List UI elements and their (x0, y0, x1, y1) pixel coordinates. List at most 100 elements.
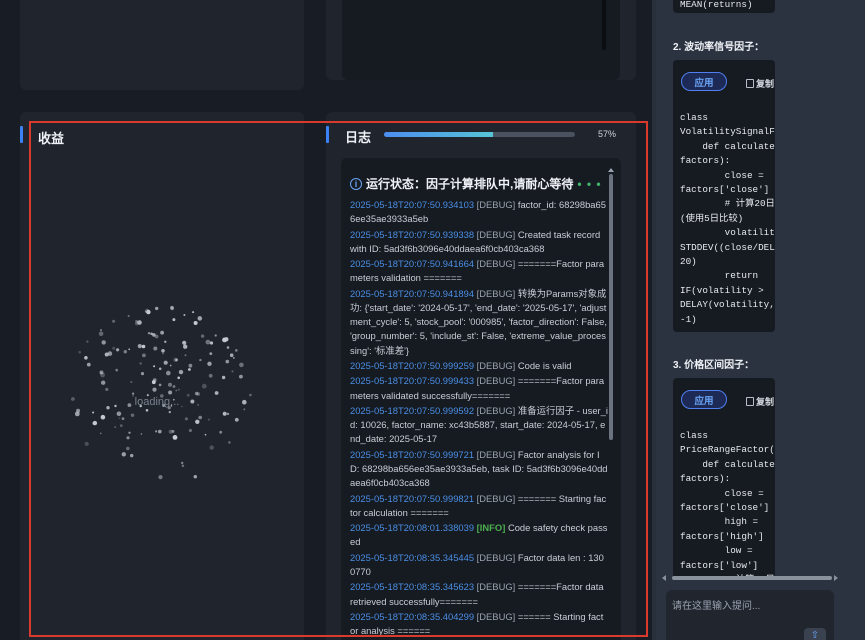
loading-particle (99, 432, 102, 435)
loading-particle (152, 387, 157, 392)
log-level: [DEBUG] (474, 375, 518, 387)
loading-particle (207, 418, 210, 421)
horizontal-scroll-thumb[interactable] (672, 576, 832, 580)
loading-particle (126, 446, 130, 451)
loading-particle (163, 360, 168, 365)
loading-particle (181, 461, 184, 465)
loading-particle (84, 441, 89, 446)
loading-spinner: loading... (71, 305, 252, 480)
loading-particle (178, 369, 184, 375)
loading-particle (123, 350, 127, 354)
loading-particle (181, 405, 183, 408)
loading-particle (126, 436, 130, 440)
loading-particle (98, 331, 104, 336)
log-message: Code is valid (517, 359, 572, 371)
progress-bar (384, 132, 575, 137)
loading-particle (112, 319, 116, 323)
loading-particle (116, 348, 120, 352)
loading-particle (207, 361, 212, 366)
loading-particle (229, 353, 234, 357)
loading-particle (183, 344, 188, 349)
log-title-accent (326, 126, 329, 143)
loading-particle (158, 367, 162, 371)
apply-button[interactable]: 应用 (681, 390, 727, 409)
loading-particle (86, 362, 91, 367)
loading-particle (183, 314, 186, 316)
scroll-up-icon[interactable] (608, 168, 614, 172)
loading-particle (205, 339, 211, 345)
loading-particle (84, 356, 88, 360)
send-arrow-icon[interactable]: ⇧ (804, 628, 826, 640)
loading-particle (239, 362, 244, 368)
log-entry: 2025-05-18T20:08:35.345623 [DEBUG] =====… (350, 580, 608, 608)
loading-particle (141, 344, 146, 349)
loading-particle (190, 399, 195, 404)
log-entry: 2025-05-18T20:07:50.999821 [DEBUG] =====… (350, 492, 608, 520)
loading-particle (201, 383, 207, 389)
log-scrollbar[interactable] (609, 174, 613, 440)
log-entry: 2025-05-18T20:07:50.941894 [DEBUG] 转换为Pa… (350, 287, 608, 358)
log-timestamp: 2025-05-18T20:07:50.999433 (350, 375, 475, 387)
log-level: [DEBUG] (474, 199, 518, 210)
loading-particle (139, 362, 142, 365)
log-level: [DEBUG] (474, 228, 518, 240)
loading-particle (193, 321, 198, 325)
log-level: [INFO] (474, 522, 508, 534)
loading-particle (135, 320, 138, 323)
log-title: 日志 (345, 130, 372, 145)
loading-particle (200, 334, 205, 338)
loading-particle (145, 409, 149, 412)
returns-title: 收益 (38, 131, 65, 146)
loading-particle (172, 385, 176, 388)
loading-particle (234, 349, 238, 352)
log-timestamp: 2025-05-18T20:07:50.934103 (350, 199, 475, 210)
top-right-scrollbar[interactable] (602, 0, 606, 50)
log-timestamp: 2025-05-18T20:07:50.999592 (350, 404, 475, 416)
copy-label: 复制 (756, 397, 775, 407)
loading-particle (192, 311, 195, 314)
log-level: [DEBUG] (474, 448, 518, 460)
loading-particle (172, 318, 176, 322)
loading-particle (214, 334, 217, 337)
log-entry: 2025-05-18T20:07:50.999721 [DEBUG] Facto… (350, 448, 608, 491)
loading-particle (243, 408, 246, 411)
loading-particle (228, 441, 231, 444)
loading-particle (121, 417, 125, 420)
loading-particle (209, 341, 214, 345)
assistant-panel: MEAN(returns) 2. 波动率信号因子： 应用 复制 class Vo… (656, 0, 865, 640)
loading-particle (208, 373, 213, 378)
log-entry: 2025-05-18T20:08:35.404299 [DEBUG] =====… (350, 610, 608, 638)
loading-particle (140, 433, 143, 435)
loading-particle (100, 329, 102, 331)
log-output[interactable]: i 运行状态：因子计算排队中,请耐心等待 • • • 2025-05-18T20… (341, 158, 621, 640)
scroll-left-icon[interactable] (662, 575, 666, 581)
status-dots: • • • (577, 176, 602, 191)
loading-particle (114, 404, 117, 408)
loading-particle (182, 340, 187, 345)
loading-particle (137, 344, 142, 349)
scroll-right-icon[interactable] (834, 575, 838, 581)
log-entry: 2025-05-18T20:07:50.934103 [DEBUG] facto… (350, 198, 608, 226)
code-card: 应用 复制 class VolatilitySignalFactor(Fact … (673, 60, 775, 332)
log-timestamp: 2025-05-18T20:08:35.404299 (350, 610, 475, 622)
loading-particle (128, 348, 131, 351)
loading-particle (221, 375, 226, 380)
loading-particle (116, 411, 122, 417)
progress-percent: 57% (598, 129, 617, 139)
apply-button[interactable]: 应用 (681, 72, 727, 91)
loading-particle (114, 426, 117, 428)
copy-button[interactable]: 复制 (746, 395, 774, 408)
loading-particle (78, 350, 81, 354)
log-level: [DEBUG] (474, 551, 518, 563)
loading-particle (127, 314, 130, 318)
loading-particle (92, 411, 95, 414)
loading-particle (115, 368, 118, 372)
loading-particle (130, 453, 134, 458)
loading-particle (152, 333, 156, 337)
copy-button[interactable]: 复制 (746, 77, 774, 90)
loading-particle (197, 316, 203, 321)
loading-particle (166, 370, 171, 376)
loading-particle (249, 393, 252, 397)
log-level: [DEBUG] (474, 258, 518, 270)
horizontal-scrollbar[interactable] (660, 575, 838, 581)
